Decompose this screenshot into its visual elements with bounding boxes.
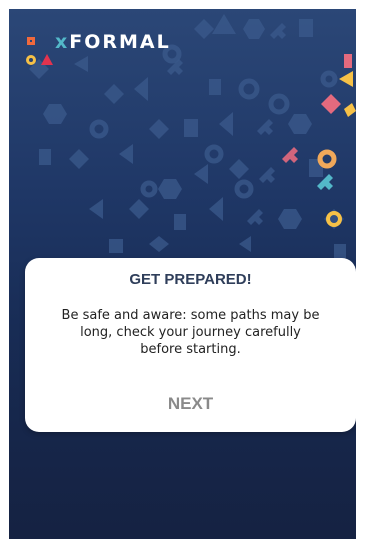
prepare-dialog: GET PREPARED! Be safe and aware: some pa…: [25, 258, 356, 432]
dialog-title: GET PREPARED!: [129, 271, 252, 288]
triangle-icon: [41, 54, 53, 65]
app-screen: x FORMAL GET PREPARED! Be safe and aware:…: [9, 9, 356, 539]
logo-x: x: [55, 31, 68, 53]
logo-wordmark: x FORMAL: [55, 31, 171, 53]
square-icon: [27, 37, 35, 45]
xformal-logo: x FORMAL: [25, 23, 185, 73]
next-button[interactable]: NEXT: [140, 388, 241, 420]
dialog-message: Be safe and aware: some paths may be lon…: [61, 308, 320, 357]
logo-word: FORMAL: [69, 31, 171, 53]
circle-icon: [26, 55, 36, 65]
